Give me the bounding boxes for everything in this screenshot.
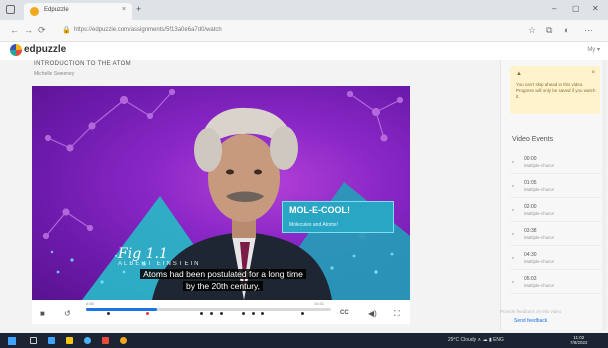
clock-date: 7/8/2022 — [570, 340, 588, 345]
event-type: Multiple-choice — [524, 163, 555, 168]
warning-icon: ▲ — [516, 71, 522, 77]
video-event-item[interactable]: 04:30 Multiple-choice — [510, 246, 602, 270]
feedback-link[interactable]: Send feedback — [514, 318, 547, 324]
file-explorer-icon[interactable] — [66, 337, 73, 344]
maximize-button[interactable]: ▢ — [572, 4, 580, 13]
event-dot-icon — [512, 185, 514, 187]
event-time: 01:05 — [524, 180, 537, 186]
event-type: Multiple-choice — [524, 283, 555, 288]
more-icon[interactable]: ⋯ — [584, 25, 593, 36]
mole-cool-overlay: MOL-E-COOL! Molecules and Atoms! — [282, 201, 394, 233]
subtitle-line-1: Atoms had been postulated for a long tim… — [140, 269, 306, 279]
lesson-title: INTRODUCTION TO THE ATOM — [34, 61, 132, 67]
event-type: Multiple-choice — [524, 211, 555, 216]
question-marker[interactable] — [200, 312, 204, 315]
address-toolbar: ← → ⟳ 🔒 https://edpuzzle.com/assignments… — [0, 20, 608, 42]
event-dot-icon — [512, 233, 514, 235]
total-time: 10:31 — [314, 301, 325, 306]
edge-icon[interactable] — [84, 337, 91, 344]
notice-close-button[interactable]: × — [591, 70, 595, 76]
new-tab-button[interactable]: + — [136, 4, 141, 14]
event-type: Multiple-choice — [524, 259, 555, 264]
play-pause-button[interactable]: ■ — [40, 309, 45, 318]
overlay-subtitle: Molecules and Atoms! — [289, 222, 338, 228]
event-time: 02:00 — [524, 204, 537, 210]
browser-tab[interactable]: Edpuzzle × — [24, 3, 132, 20]
task-view-icon[interactable] — [48, 337, 55, 344]
lesson-author: Michelle Sweeney — [34, 71, 75, 77]
video-event-item[interactable]: 02:00 Multiple-choice — [510, 198, 602, 222]
video-events-list: 00:00 Multiple-choice 01:05 Multiple-choice… — [510, 150, 602, 294]
close-window-button[interactable]: ✕ — [592, 4, 599, 13]
notice-text: You can't skip ahead in this video. Prog… — [516, 82, 596, 99]
lock-icon: 🔒 — [62, 27, 71, 34]
edpuzzle-taskbar-icon[interactable] — [120, 337, 127, 344]
event-dot-icon — [512, 281, 514, 283]
question-marker[interactable] — [146, 312, 150, 315]
start-button-icon[interactable] — [8, 337, 16, 345]
star-icon[interactable]: ☆ — [528, 25, 536, 36]
figure-label: Fig 1.1 — [118, 246, 168, 262]
question-marker[interactable] — [107, 312, 111, 315]
screen: Edpuzzle × + – ▢ ✕ ← → ⟳ 🔒 https://edpuz… — [0, 0, 608, 348]
tab-title: Edpuzzle — [44, 7, 69, 13]
video-event-item[interactable]: 00:00 Multiple-choice — [510, 150, 602, 174]
figure-caption: ALBERT EINSTEIN — [118, 261, 201, 267]
site-logo-text[interactable]: edpuzzle — [24, 44, 66, 55]
panel-scrollbar[interactable] — [602, 60, 606, 330]
event-dot-icon — [512, 161, 514, 163]
fullscreen-button[interactable]: ⛶ — [394, 309, 400, 319]
tab-actions-icon[interactable] — [6, 5, 15, 14]
edpuzzle-favicon-icon — [30, 7, 39, 16]
video-event-item[interactable]: 03:38 Multiple-choice — [510, 222, 602, 246]
volume-button[interactable]: ◀) — [368, 309, 377, 318]
profile-icon[interactable]: ◐ — [564, 25, 569, 35]
question-marker[interactable] — [241, 312, 245, 315]
site-header — [0, 42, 608, 60]
subtitle-line-2: by the 20th century, — [182, 281, 264, 291]
refresh-button[interactable]: ⟳ — [38, 25, 46, 36]
address-bar[interactable]: 🔒 https://edpuzzle.com/assignments/5f13a… — [58, 24, 518, 38]
system-tray[interactable]: 29°C Cloudy ∧ ☁ ▮ ENG — [448, 337, 504, 343]
event-type: Multiple-choice — [524, 187, 555, 192]
tab-close-button[interactable]: × — [122, 6, 126, 13]
question-marker[interactable] — [251, 312, 255, 315]
captions-button[interactable]: CC — [340, 310, 349, 316]
chrome-icon[interactable] — [102, 337, 109, 344]
account-menu[interactable]: My ▾ — [587, 46, 600, 53]
rewind-button[interactable]: ↺ — [64, 309, 71, 318]
video-event-item[interactable]: 05:03 Multiple-choice — [510, 270, 602, 294]
event-time: 00:00 — [524, 156, 537, 162]
url-text: https://edpuzzle.com/assignments/5f13a0e… — [74, 27, 222, 33]
event-time: 04:30 — [524, 252, 537, 258]
event-time: 05:03 — [524, 276, 537, 282]
windows-taskbar: 29°C Cloudy ∧ ☁ ▮ ENG 11:02 7/8/2022 — [0, 333, 608, 348]
event-dot-icon — [512, 257, 514, 259]
video-event-item[interactable]: 01:05 Multiple-choice — [510, 174, 602, 198]
event-type: Multiple-choice — [524, 235, 555, 240]
video-subtitle: Atoms had been postulated for a long tim… — [128, 268, 318, 292]
question-marker[interactable] — [261, 312, 265, 315]
clock[interactable]: 11:02 7/8/2022 — [570, 335, 588, 345]
search-icon[interactable] — [30, 337, 37, 344]
progress-fill — [86, 308, 158, 311]
video-events-title: Video Events — [512, 136, 554, 143]
question-marker[interactable] — [209, 312, 213, 315]
forward-button[interactable]: → — [24, 25, 33, 35]
browser-tab-bar: Edpuzzle × + – ▢ ✕ — [0, 0, 608, 20]
event-dot-icon — [512, 209, 514, 211]
notice-box: ▲ × You can't skip ahead in this video. … — [510, 66, 600, 114]
player-controls: ■ ↺ 0:58 10:31 CC ◀) ⛶ — [32, 300, 410, 324]
question-marker[interactable] — [300, 312, 304, 315]
event-time: 03:38 — [524, 228, 537, 234]
elapsed-time: 0:58 — [86, 301, 94, 306]
question-marker[interactable] — [219, 312, 223, 315]
minimize-button[interactable]: – — [552, 4, 556, 13]
edpuzzle-logo-icon[interactable] — [10, 44, 22, 56]
collections-icon[interactable]: ⧉ — [546, 25, 552, 36]
overlay-title: MOL-E-COOL! — [289, 205, 350, 215]
feedback-text: Provide feedback on this video — [500, 309, 562, 314]
back-button[interactable]: ← — [10, 25, 19, 35]
